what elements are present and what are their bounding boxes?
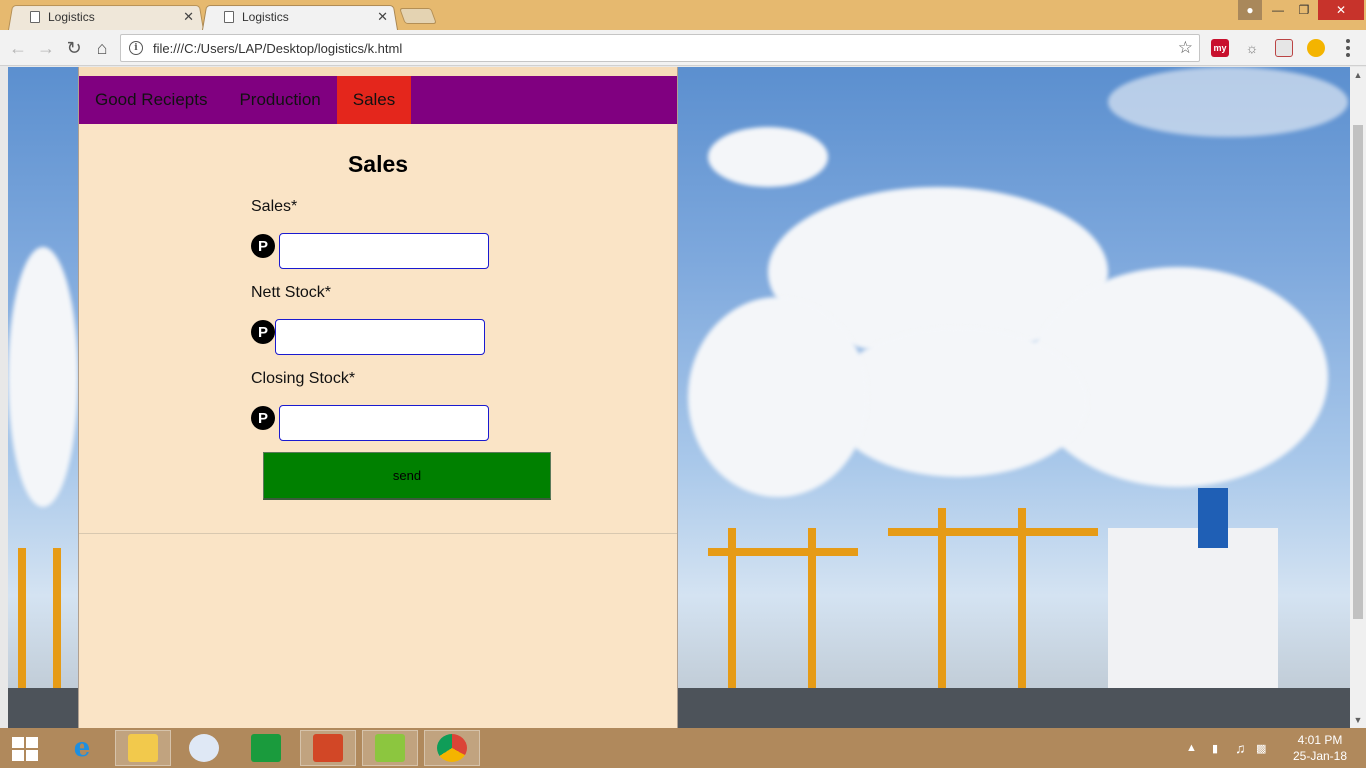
nav-item-sales[interactable]: Sales: [336, 76, 412, 124]
tab-title: Logistics: [242, 10, 289, 24]
notepad-plus-icon[interactable]: [362, 730, 418, 766]
user-profile-icon[interactable]: ●: [1238, 0, 1262, 20]
back-arrow-icon[interactable]: ←: [6, 36, 30, 60]
browser-tab-1[interactable]: Logistics ✕: [8, 4, 204, 30]
sales-input[interactable]: [279, 233, 489, 269]
nett-stock-label: Nett Stock*: [251, 284, 332, 301]
nav-item-good-receipts[interactable]: Good Reciepts: [79, 76, 223, 124]
clock-time: 4:01 PM: [1297, 733, 1343, 747]
page-icon: [224, 11, 234, 23]
sales-label: Sales*: [251, 198, 298, 215]
closing-stock-label: Closing Stock*: [251, 370, 356, 387]
battery-icon[interactable]: ▮: [1212, 728, 1218, 768]
browser-toolbar: ← → ↻ ⌂ i file:///C:/Users/LAP/Desktop/l…: [0, 30, 1366, 66]
browser-menu-icon[interactable]: [1340, 38, 1356, 58]
nett-stock-input[interactable]: [275, 319, 485, 355]
scroll-up-arrow-icon[interactable]: ▲: [1350, 67, 1366, 83]
scroll-down-arrow-icon[interactable]: ▼: [1350, 712, 1366, 728]
page-viewport: Good Reciepts Production Sales Sales Sal…: [8, 67, 1350, 728]
clock-date: 25-Jan-18: [1292, 749, 1348, 763]
internet-explorer-icon[interactable]: e: [54, 730, 110, 766]
scroll-thumb[interactable]: [1353, 125, 1363, 619]
extension-shield-icon[interactable]: [1307, 39, 1325, 57]
address-bar[interactable]: i file:///C:/Users/LAP/Desktop/logistics…: [120, 34, 1200, 62]
file-explorer-icon[interactable]: [115, 730, 171, 766]
powerpoint-icon[interactable]: [300, 730, 356, 766]
restore-button[interactable]: ❐: [1292, 0, 1316, 20]
paint-icon[interactable]: [176, 730, 232, 766]
bookmark-star-icon[interactable]: ☆: [1178, 38, 1193, 58]
info-icon[interactable]: i: [129, 41, 143, 55]
chrome-icon[interactable]: [424, 730, 480, 766]
windows-taskbar: e ▲ ▮ ♫ ▩ 4:01 PM 25-Jan-18: [0, 728, 1366, 768]
forward-arrow-icon[interactable]: →: [34, 36, 58, 60]
windows-start-icon[interactable]: [12, 737, 38, 761]
network-icon[interactable]: ▩: [1256, 728, 1266, 768]
minimize-button[interactable]: —: [1266, 0, 1290, 20]
volume-icon[interactable]: ♫: [1235, 728, 1246, 768]
store-icon[interactable]: [238, 730, 294, 766]
tray-expand-icon[interactable]: ▲: [1186, 728, 1197, 768]
page-scrollbar[interactable]: ▲ ▼: [1350, 67, 1366, 728]
tab-close-icon[interactable]: ✕: [377, 9, 388, 25]
parking-p-icon: P: [251, 234, 275, 258]
sales-panel: Good Reciepts Production Sales Sales Sal…: [78, 67, 678, 728]
system-clock[interactable]: 4:01 PM 25-Jan-18: [1290, 732, 1350, 764]
nav-item-production[interactable]: Production: [223, 76, 336, 124]
url-text: file:///C:/Users/LAP/Desktop/logistics/k…: [153, 40, 403, 56]
parking-p-icon: P: [251, 320, 275, 344]
divider: [79, 533, 677, 534]
form-title: Sales: [347, 151, 409, 177]
browser-titlebar: Logistics ✕ Logistics ✕ ● — ❐ ✕: [0, 0, 1366, 30]
page-icon: [30, 11, 40, 23]
tab-close-icon[interactable]: ✕: [183, 9, 194, 25]
extension-translate-icon[interactable]: ☼: [1243, 39, 1261, 57]
send-button[interactable]: send: [263, 452, 551, 500]
extension-my-icon[interactable]: my: [1211, 39, 1229, 57]
parking-p-icon: P: [251, 406, 275, 430]
tab-title: Logistics: [48, 10, 95, 24]
reload-icon[interactable]: ↻: [62, 36, 86, 60]
main-nav: Good Reciepts Production Sales: [79, 76, 677, 124]
home-icon[interactable]: ⌂: [90, 36, 114, 60]
closing-stock-input[interactable]: [279, 405, 489, 441]
extension-red-icon[interactable]: [1275, 39, 1293, 57]
browser-tab-2[interactable]: Logistics ✕: [202, 4, 398, 30]
window-close-button[interactable]: ✕: [1318, 0, 1364, 20]
new-tab-button[interactable]: [399, 8, 437, 24]
